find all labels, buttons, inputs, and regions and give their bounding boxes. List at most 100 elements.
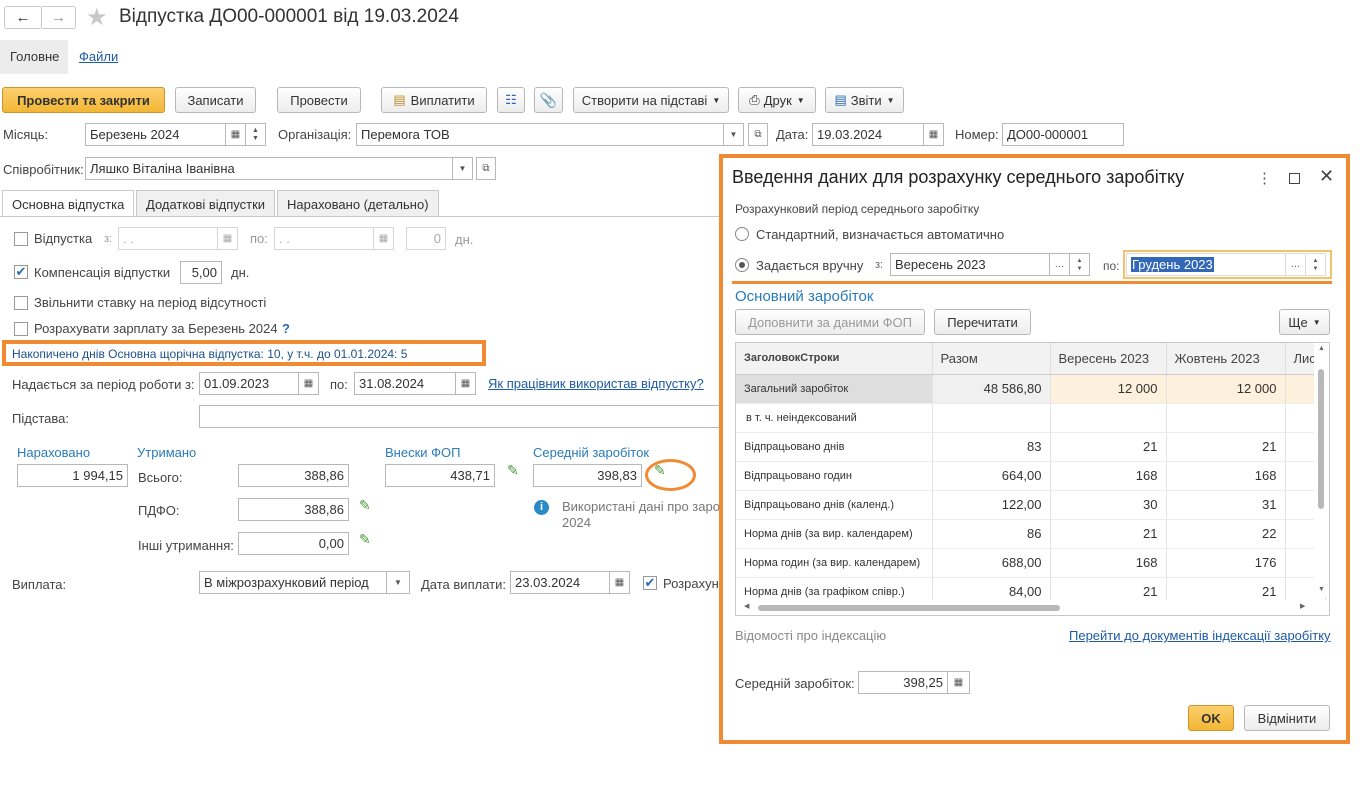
table-row[interactable]: Відпрацьовано днів (календ.) 122,00 30 3… (736, 490, 1326, 520)
pdfo-field[interactable]: 388,86 (238, 498, 349, 521)
vertical-scrollbar[interactable]: ▲ ▼ (1314, 343, 1329, 598)
vertical-scroll-thumb[interactable] (1318, 369, 1324, 509)
pdfo-edit-icon[interactable]: ✎ (359, 497, 371, 514)
fill-fop-button[interactable]: Доповнити за даними ФОП (735, 309, 925, 335)
dialog-from-select[interactable]: … (1050, 253, 1070, 276)
post-and-close-button[interactable]: Провести та закрити (2, 87, 165, 113)
tab-main-vacation[interactable]: Основна відпустка (2, 190, 135, 217)
table-row[interactable]: Норма годин (за вир. календарем) 688,00 … (736, 548, 1326, 578)
column-header[interactable]: Вересень 2023 (1050, 343, 1167, 375)
forward-button[interactable]: → (42, 6, 76, 29)
scroll-up-icon[interactable]: ▲ (1318, 345, 1325, 352)
salary-table[interactable]: ЗаголовокСтроки Разом Вересень 2023 Жовт… (735, 342, 1330, 616)
cancel-button[interactable]: Відмінити (1244, 705, 1330, 731)
more-button[interactable]: Ще ▼ (1279, 309, 1330, 335)
radio-manual[interactable] (735, 258, 749, 272)
other-withholdings-field[interactable]: 0,00 (238, 532, 349, 555)
period-to-calendar[interactable]: ▦ (456, 372, 476, 395)
indexation-link[interactable]: Перейти до документів індексації заробіт… (1069, 628, 1331, 643)
ok-button[interactable]: OK (1188, 705, 1234, 731)
save-button[interactable]: Записати (175, 87, 256, 113)
close-icon[interactable]: ✕ (1319, 166, 1334, 187)
fop-edit-icon[interactable]: ✎ (507, 462, 519, 479)
avg-edit-icon[interactable]: ✎ (654, 462, 666, 479)
more-options-icon[interactable]: ⋮ (1257, 169, 1272, 187)
column-header[interactable]: ЗаголовокСтроки (736, 343, 933, 375)
vacation-to-field[interactable]: . . (274, 227, 374, 250)
vacation-to-calendar[interactable]: ▦ (374, 227, 394, 250)
horizontal-scroll-thumb[interactable] (758, 605, 1060, 611)
date-field[interactable]: 19.03.2024 (812, 123, 924, 146)
scroll-left-icon[interactable]: ◀ (744, 602, 749, 610)
period-to-field[interactable]: 31.08.2024 (354, 372, 456, 395)
release-rate-checkbox[interactable] (14, 296, 28, 310)
dialog-to-select[interactable]: … (1286, 253, 1306, 276)
employee-dropdown[interactable]: ▼ (453, 157, 473, 180)
withheld-total-field[interactable]: 388,86 (238, 464, 349, 487)
payment-field[interactable]: В міжрозрахунковий період (199, 571, 387, 594)
dialog-from-stepper[interactable]: ▲ ▼ (1070, 253, 1090, 276)
org-open-button[interactable]: ⧉ (748, 123, 768, 146)
maximize-icon[interactable] (1289, 173, 1300, 184)
dialog-to-field[interactable]: Грудень 2023 (1126, 253, 1286, 276)
vacation-checkbox[interactable] (14, 232, 28, 246)
compensation-checkbox[interactable]: ✔ (14, 265, 28, 279)
table-row[interactable]: Відпрацьовано годин 664,00 168 168 (736, 461, 1326, 491)
create-based-button[interactable]: Створити на підставі ▼ (573, 87, 729, 113)
table-row[interactable]: Норма днів (за вир. календарем) 86 21 22 (736, 519, 1326, 549)
column-header[interactable]: Жовтень 2023 (1166, 343, 1286, 375)
calendar-button[interactable]: ▦ (226, 123, 246, 146)
tab-additional-vacations[interactable]: Додаткові відпустки (136, 190, 276, 216)
reports-button[interactable]: ▤ Звіти ▼ (825, 87, 904, 113)
column-header[interactable]: Разом (932, 343, 1051, 375)
tab-files[interactable]: Файли (79, 49, 118, 64)
number-field[interactable]: ДО00-000001 (1002, 123, 1124, 146)
period-from-field[interactable]: 01.09.2023 (199, 372, 299, 395)
payment-dropdown[interactable]: ▼ (387, 571, 410, 594)
tab-accrued-detailed[interactable]: Нараховано (детально) (277, 190, 439, 216)
vacation-from-field[interactable]: . . (118, 227, 218, 250)
table-row[interactable]: Загальний заробіток 48 586,80 12 000 12 … (736, 374, 1326, 404)
star-icon[interactable]: ★ (86, 3, 108, 32)
dialog-to-stepper[interactable]: ▲ ▼ (1306, 253, 1326, 276)
used-vacation-link[interactable]: Як працівник використав відпустку? (488, 376, 704, 391)
month-field[interactable]: Березень 2024 (85, 123, 226, 146)
org-field[interactable]: Перемога ТОВ (356, 123, 724, 146)
reread-button[interactable]: Перечитати (934, 309, 1031, 335)
help-link[interactable]: ? (282, 321, 290, 336)
table-row[interactable]: Відпрацьовано днів 83 21 21 (736, 432, 1326, 462)
date-calendar-button[interactable]: ▦ (924, 123, 944, 146)
scroll-down-icon[interactable]: ▼ (1318, 586, 1325, 593)
print-button[interactable]: ⎙ Друк ▼ (738, 87, 816, 113)
structure-button[interactable]: ☷ (497, 87, 525, 113)
back-button[interactable]: ← (4, 6, 42, 29)
dialog-from-field[interactable]: Вересень 2023 (890, 253, 1050, 276)
dialog-avg-calc-button[interactable]: ▦ (948, 671, 970, 694)
pay-date-calendar[interactable]: ▦ (610, 571, 630, 594)
employee-open-button[interactable]: ⧉ (476, 157, 496, 180)
avg-salary-field[interactable]: 398,83 (533, 464, 642, 487)
org-dropdown[interactable]: ▼ (724, 123, 744, 146)
table-row[interactable]: в т. ч. неіндексований (736, 403, 1326, 433)
vacation-from-calendar[interactable]: ▦ (218, 227, 238, 250)
accrued-field[interactable]: 1 994,15 (17, 464, 128, 487)
month-stepper[interactable]: ▲ ▼ (246, 123, 266, 146)
dialog-avg-field[interactable]: 398,25 (858, 671, 948, 694)
pay-button[interactable]: ▤ Виплатити (381, 87, 487, 113)
calc-checkbox[interactable]: ✔ (643, 576, 657, 590)
radio-standard[interactable] (735, 227, 749, 241)
calc-salary-checkbox[interactable] (14, 322, 28, 336)
scroll-right-icon[interactable]: ▶ (1300, 602, 1305, 610)
attach-button[interactable]: 📎 (534, 87, 563, 113)
post-button[interactable]: Провести (277, 87, 361, 113)
other-edit-icon[interactable]: ✎ (359, 531, 371, 548)
tab-main[interactable]: Головне (0, 40, 68, 74)
fop-field[interactable]: 438,71 (385, 464, 495, 487)
compensation-days-field[interactable]: 5,00 (180, 261, 222, 284)
basis-field[interactable] (199, 405, 720, 428)
pay-date-field[interactable]: 23.03.2024 (510, 571, 610, 594)
horizontal-scrollbar[interactable]: ◀ ▶ (736, 600, 1329, 615)
period-from-calendar[interactable]: ▦ (299, 372, 319, 395)
employee-field[interactable]: Ляшко Віталіна Іванівна (85, 157, 453, 180)
vacation-days-field[interactable]: 0 (406, 227, 446, 250)
